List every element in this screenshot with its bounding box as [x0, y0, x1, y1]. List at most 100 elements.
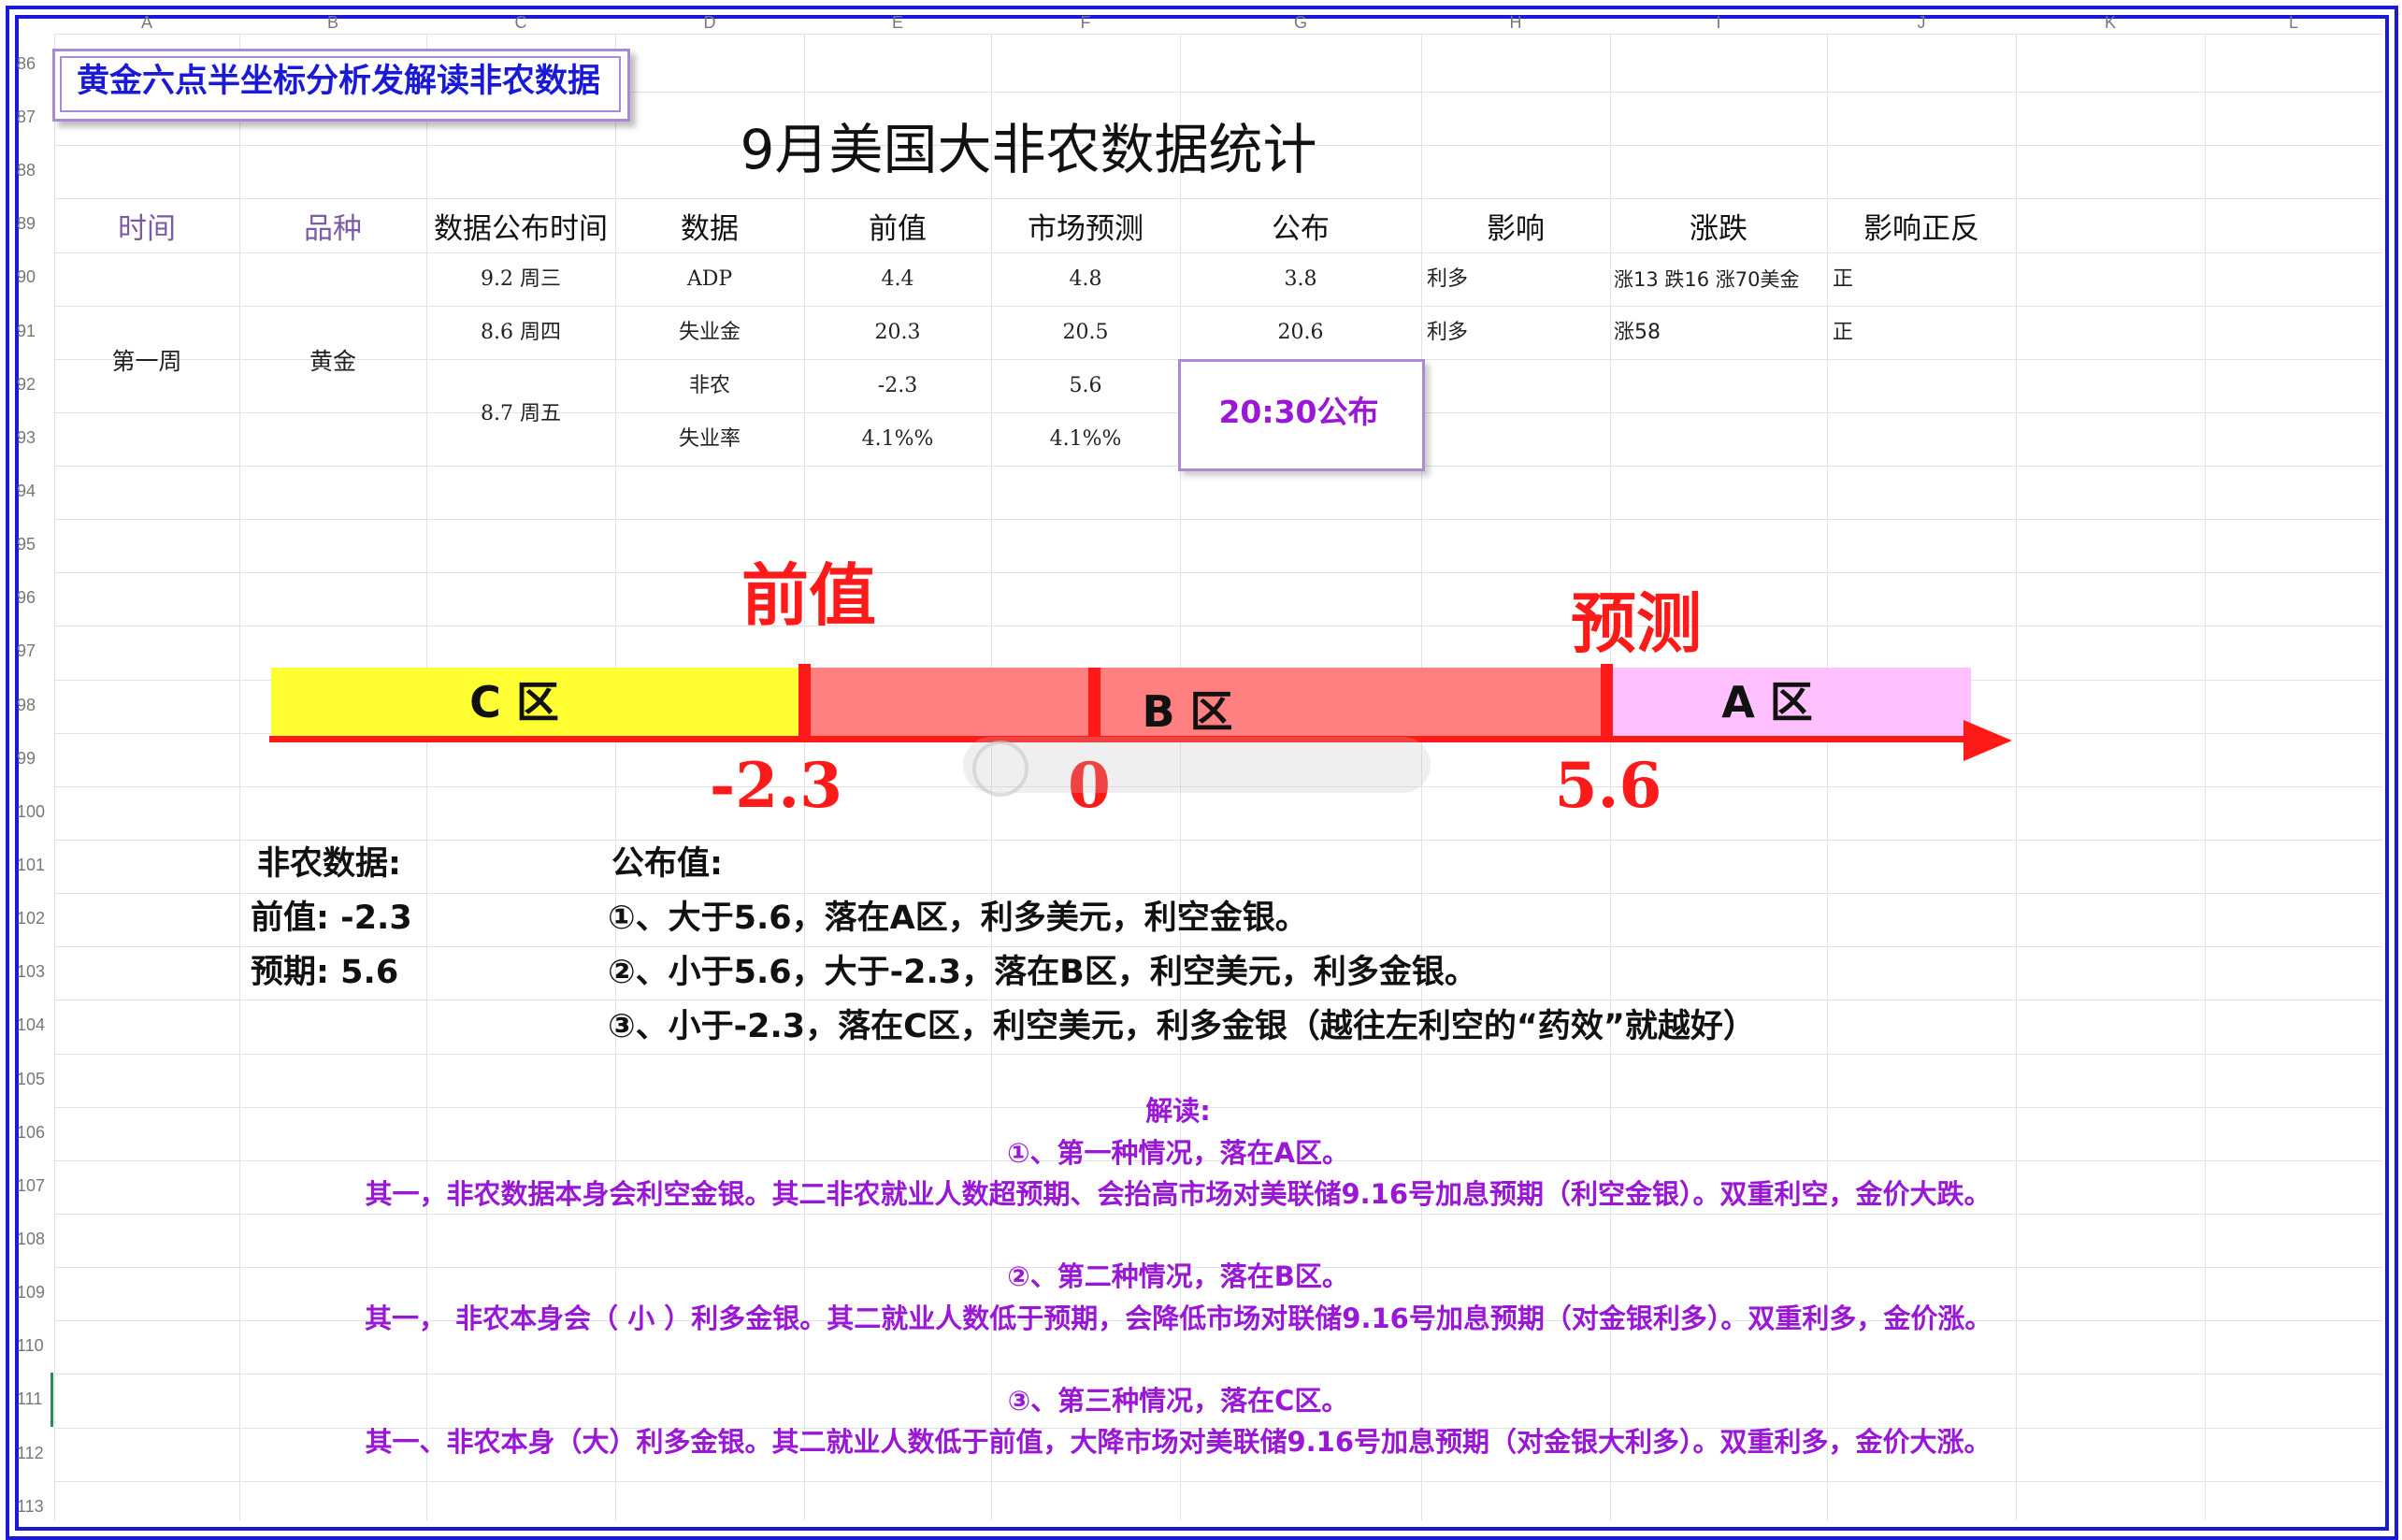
column-header-g[interactable]: G [1180, 13, 1421, 34]
row-header[interactable]: 89 [17, 214, 54, 233]
row-header[interactable]: 97 [17, 641, 54, 660]
row-header[interactable]: 105 [17, 1070, 54, 1088]
row-header[interactable]: 87 [17, 108, 54, 126]
row-header[interactable]: 108 [17, 1230, 54, 1248]
summary-case-2: ②、小于5.6，大于-2.3，落在B区，利空美元，利多金银。 [608, 954, 1477, 991]
grid-line [615, 34, 616, 1520]
th-time: 时间 [118, 212, 176, 246]
cell-date[interactable]: 8.6 周四 [426, 319, 615, 347]
column-header-i[interactable]: I [1610, 13, 1827, 34]
grid-line [2205, 34, 2206, 1520]
cell-asset[interactable]: 黄金 [239, 348, 426, 376]
row-header[interactable]: 98 [17, 696, 54, 714]
zone-a-label: A 区 [1721, 677, 1813, 727]
cell-data-name[interactable]: ADP [615, 266, 804, 294]
interpretation-case-3-title: ③、第三种情况，落在C区。 [1007, 1385, 1349, 1417]
cell-published[interactable]: 20.6 [1180, 319, 1421, 347]
cell-change[interactable]: 涨13 跌16 涨70美金 [1614, 266, 1829, 294]
column-header-j[interactable]: J [1827, 13, 2016, 34]
grid-line [54, 893, 2382, 894]
summary-nfp-label: 非农数据: [257, 845, 401, 883]
row-header[interactable]: 95 [17, 535, 54, 554]
column-header-f[interactable]: F [991, 13, 1180, 34]
column-header-b[interactable]: B [239, 13, 426, 34]
th-direction: 影响正反 [1863, 212, 1979, 246]
cell-forecast[interactable]: 5.6 [991, 372, 1180, 400]
grid-line [54, 840, 2382, 841]
cell-direction[interactable]: 正 [1833, 266, 2010, 294]
cell-week[interactable]: 第一周 [54, 348, 239, 376]
cell-published[interactable]: 3.8 [1180, 266, 1421, 294]
row-header[interactable]: 96 [17, 588, 54, 607]
row-header[interactable]: 86 [17, 54, 54, 73]
row-header[interactable]: 112 [17, 1444, 54, 1462]
zone-c-label: C 区 [469, 677, 559, 727]
th-published: 公布 [1272, 212, 1330, 246]
cell-data-name[interactable]: 失业率 [615, 425, 804, 453]
header-badge-text: 黄金六点半坐标分析发解读非农数据 [76, 63, 600, 100]
row-header[interactable]: 91 [17, 322, 54, 340]
row-header[interactable]: 102 [17, 909, 54, 928]
summary-prev-line: 前值: -2.3 [251, 900, 412, 937]
cell-prev[interactable]: 4.1%% [804, 425, 991, 453]
cell-forecast[interactable]: 20.5 [991, 319, 1180, 347]
th-release-time: 数据公布时间 [434, 212, 608, 246]
th-forecast: 市场预测 [1028, 212, 1143, 246]
column-header-k[interactable]: K [2016, 13, 2205, 34]
summary-published-label: 公布值: [611, 845, 723, 883]
row-header[interactable]: 94 [17, 482, 54, 500]
th-data: 数据 [681, 212, 739, 246]
cell-impact[interactable]: 利多 [1427, 319, 1604, 347]
column-header-e[interactable]: E [804, 13, 991, 34]
row-header[interactable]: 93 [17, 428, 54, 447]
cell-forecast[interactable]: 4.1%% [991, 425, 1180, 453]
cell-prev[interactable]: 20.3 [804, 319, 991, 347]
cell-date[interactable]: 8.7 周五 [426, 400, 615, 428]
cell-date[interactable]: 9.2 周三 [426, 266, 615, 294]
cell-impact[interactable]: 利多 [1427, 266, 1604, 294]
cell-data-name[interactable]: 非农 [615, 372, 804, 400]
cell-prev[interactable]: 4.4 [804, 266, 991, 294]
row-header[interactable]: 101 [17, 856, 54, 874]
column-header-d[interactable]: D [615, 13, 804, 34]
cell-data-name[interactable]: 失业金 [615, 319, 804, 347]
cell-forecast[interactable]: 4.8 [991, 266, 1180, 294]
page-title: 9月美国大非农数据统计 [740, 118, 1317, 181]
interpretation-case-2-text: 其一， 非农本身会（ 小 ）利多金银。其二就业人数低于预期，会降低市场对联储9.… [365, 1303, 1992, 1334]
cell-prev[interactable]: -2.3 [804, 372, 991, 400]
row-header[interactable]: 109 [17, 1283, 54, 1302]
grid-line [54, 572, 2382, 573]
column-header-l[interactable]: L [2205, 13, 2382, 34]
interpretation-case-2-title: ②、第二种情况，落在B区。 [1007, 1260, 1349, 1292]
row-header[interactable]: 92 [17, 375, 54, 394]
th-impact: 影响 [1487, 212, 1545, 246]
grid-line [54, 306, 2382, 307]
label-forecast: 预测 [1571, 584, 1702, 662]
grid-line [239, 34, 240, 1520]
row-header[interactable]: 110 [17, 1336, 54, 1355]
row-header[interactable]: 107 [17, 1176, 54, 1195]
value-previous: -2.3 [709, 749, 843, 822]
row-header[interactable]: 104 [17, 1015, 54, 1034]
row-header[interactable]: 113 [17, 1497, 54, 1516]
grid-line [54, 1214, 2382, 1215]
summary-case-1: ①、大于5.6，落在A区，利多美元，利空金银。 [608, 900, 1308, 937]
row-header[interactable]: 90 [17, 267, 54, 286]
grid-line [54, 1481, 2382, 1482]
row-header[interactable]: 106 [17, 1123, 54, 1142]
cell-direction[interactable]: 正 [1833, 319, 2010, 347]
watermark-text [1047, 744, 1421, 789]
column-header-a[interactable]: A [54, 13, 239, 34]
column-header-h[interactable]: H [1421, 13, 1610, 34]
column-header-c[interactable]: C [426, 13, 615, 34]
cell-change[interactable]: 涨58 [1614, 319, 1829, 347]
row-header[interactable]: 111 [17, 1389, 54, 1408]
row-header[interactable]: 100 [17, 802, 54, 821]
grid-line [54, 1054, 2382, 1055]
row-header[interactable]: 99 [17, 749, 54, 768]
row-header[interactable]: 88 [17, 161, 54, 180]
value-forecast: 5.6 [1554, 749, 1662, 822]
th-variety: 品种 [304, 212, 362, 246]
publish-time-text: 20:30公布 [1218, 394, 1379, 430]
row-header[interactable]: 103 [17, 962, 54, 981]
